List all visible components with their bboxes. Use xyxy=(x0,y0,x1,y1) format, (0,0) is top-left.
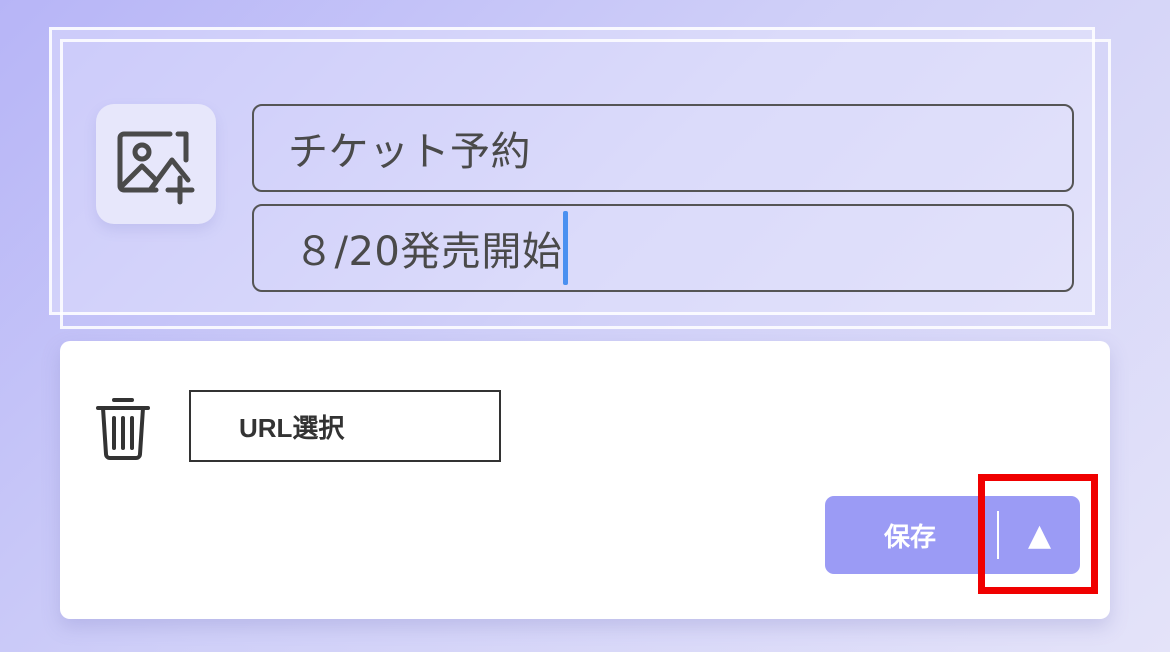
trash-icon[interactable] xyxy=(94,394,152,460)
url-select-label: URL選択 xyxy=(239,412,345,443)
save-options-toggle[interactable]: ▲ xyxy=(999,496,1080,574)
save-button-label: 保存 xyxy=(883,521,936,552)
image-add-icon xyxy=(117,131,195,205)
subtitle-input-value: ８/20発売開始 xyxy=(294,229,563,275)
save-button[interactable]: 保存 xyxy=(825,496,995,574)
title-input-value: チケット予約 xyxy=(288,129,531,175)
url-select-button[interactable]: URL選択 xyxy=(189,390,501,462)
text-cursor xyxy=(563,211,569,285)
subtitle-input[interactable]: ８/20発売開始 xyxy=(252,204,1074,292)
add-image-button[interactable] xyxy=(96,104,216,224)
action-card xyxy=(60,341,1110,619)
title-input[interactable]: チケット予約 xyxy=(252,104,1074,192)
save-split-button: 保存 ▲ xyxy=(825,496,1080,574)
triangle-up-icon: ▲ xyxy=(1027,517,1052,553)
